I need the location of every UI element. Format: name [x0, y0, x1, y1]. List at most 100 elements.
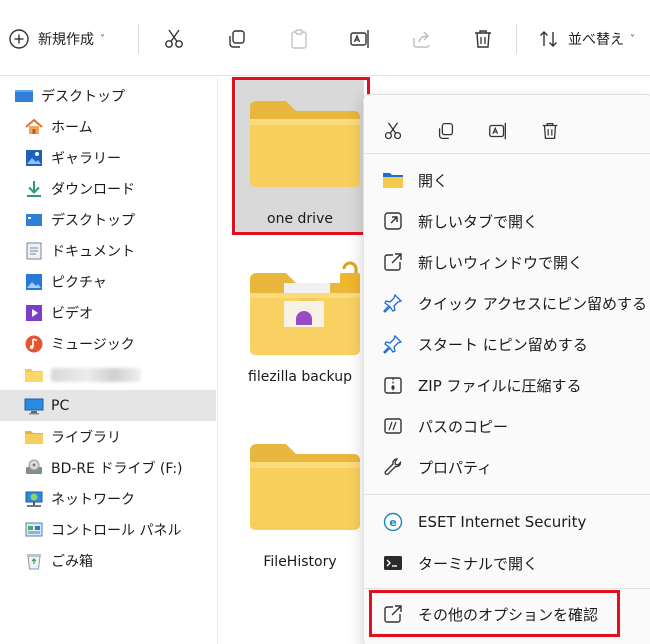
pictures-icon: [24, 272, 44, 292]
sidebar-item-pictures[interactable]: ピクチャ: [0, 266, 216, 297]
command-bar: 新規作成 ˅ 並べ替え ˅: [0, 0, 650, 76]
menu-item-label: 新しいタブで開く: [418, 212, 539, 231]
menu-item-pin-quick-access[interactable]: クイック アクセスにピン留めする: [364, 284, 650, 322]
sidebar-item-network[interactable]: ネットワーク: [0, 483, 216, 514]
new-tab-icon: [382, 210, 404, 232]
sidebar-item-pc[interactable]: PC: [0, 390, 216, 421]
context-cut-button[interactable]: [373, 111, 413, 151]
context-rename-button[interactable]: [478, 111, 518, 151]
chevron-down-icon: ˅: [630, 33, 635, 45]
folder-name: filezilla backup: [248, 369, 352, 385]
cut-button[interactable]: [162, 22, 186, 56]
sidebar-item-video[interactable]: ビデオ: [0, 297, 216, 328]
sidebar-item-label: デスクトップ: [41, 88, 125, 105]
download-icon: [24, 179, 44, 199]
trash-icon: [475, 30, 491, 48]
gallery-icon: [24, 148, 44, 168]
paste-button[interactable]: [287, 22, 311, 56]
menu-item-label: クイック アクセスにピン留めする: [418, 294, 648, 313]
context-delete-button[interactable]: [530, 111, 570, 151]
menu-item-label: ZIP ファイルに圧縮する: [418, 376, 582, 395]
zip-icon: [382, 374, 404, 396]
sort-icon: [540, 31, 557, 47]
sidebar-item-label: ネットワーク: [51, 491, 135, 508]
sidebar-item-label: ギャラリー: [51, 150, 121, 167]
sidebar-item-desktop[interactable]: デスクトップ: [0, 80, 216, 111]
wrench-icon: [382, 456, 404, 478]
desktop-icon: [14, 86, 34, 106]
folder-icon: [24, 365, 44, 385]
menu-item-open-new-tab[interactable]: 新しいタブで開く: [364, 202, 650, 240]
music-icon: [24, 334, 44, 354]
folder-tile-filezilla-backup[interactable]: filezilla backup: [236, 245, 364, 395]
sidebar-item-download[interactable]: ダウンロード: [0, 173, 216, 204]
sidebar-item-hidden-folder[interactable]: [0, 359, 216, 390]
sidebar-item-music[interactable]: ミュージック: [0, 328, 216, 359]
sort-button-label: 並べ替え: [568, 32, 624, 48]
menu-item-open[interactable]: 開く: [364, 161, 650, 199]
sidebar-item-label: デスクトップ: [51, 212, 135, 229]
menu-item-pin-start[interactable]: スタート にピン留めする: [364, 325, 650, 363]
highlight-box-folder: [232, 77, 370, 235]
sidebar-item-desktop-2[interactable]: デスクトップ: [0, 204, 216, 235]
menu-item-label: 新しいウィンドウで開く: [418, 253, 584, 272]
menu-item-eset[interactable]: e ESET Internet Security: [364, 503, 650, 541]
new-button[interactable]: 新規作成 ˅: [8, 22, 105, 56]
toolbar-divider: [138, 24, 139, 54]
toolbar-divider: [516, 24, 517, 54]
delete-button[interactable]: [471, 22, 495, 56]
drive-icon: [24, 458, 44, 478]
scissors-icon: [384, 122, 402, 140]
terminal-icon: [382, 552, 404, 574]
context-copy-button[interactable]: [426, 111, 466, 151]
menu-item-properties[interactable]: プロパティ: [364, 448, 650, 486]
sidebar-item-label: ライブラリ: [51, 429, 121, 446]
sidebar-item-label: ごみ箱: [51, 553, 93, 570]
recycle-bin-icon: [24, 551, 44, 571]
pc-icon: [24, 396, 44, 416]
video-icon: [24, 303, 44, 323]
copy-icon: [229, 30, 245, 48]
highlight-box-more-options: [369, 590, 620, 637]
menu-divider: [364, 588, 650, 589]
rename-icon: [350, 30, 369, 48]
copy-button[interactable]: [225, 22, 249, 56]
library-icon: [24, 427, 44, 447]
sidebar-item-label: ビデオ: [51, 305, 93, 322]
plus-circle-icon: [9, 29, 29, 49]
menu-item-label: ESET Internet Security: [418, 513, 587, 531]
scissors-icon: [165, 29, 183, 48]
sidebar-item-label: ドキュメント: [51, 243, 135, 260]
sort-button[interactable]: 並べ替え ˅: [538, 22, 635, 56]
menu-item-label: プロパティ: [418, 458, 493, 477]
control-panel-icon: [24, 520, 44, 540]
desktop-small-icon: [24, 210, 44, 230]
copy-path-icon: [382, 415, 404, 437]
rename-button[interactable]: [348, 22, 372, 56]
menu-item-open-terminal[interactable]: ターミナルで開く: [364, 544, 650, 582]
sidebar-item-recycle-bin[interactable]: ごみ箱: [0, 545, 216, 576]
sidebar-item-label: ダウンロード: [51, 181, 135, 198]
sidebar-item-label: ピクチャ: [51, 274, 107, 291]
share-icon: [413, 31, 430, 48]
menu-item-compress-zip[interactable]: ZIP ファイルに圧縮する: [364, 366, 650, 404]
document-icon: [24, 241, 44, 261]
sidebar-item-control-panel[interactable]: コントロール パネル: [0, 514, 216, 545]
chevron-down-icon: ˅: [100, 33, 105, 45]
sidebar-item-documents[interactable]: ドキュメント: [0, 235, 216, 266]
folder-tile-filehistory[interactable]: FileHistory: [236, 422, 364, 572]
sidebar-item-gallery[interactable]: ギャラリー: [0, 142, 216, 173]
folder-open-icon: [382, 169, 404, 191]
sidebar-item-library[interactable]: ライブラリ: [0, 421, 216, 452]
new-window-icon: [382, 251, 404, 273]
menu-item-label: ターミナルで開く: [418, 554, 539, 573]
sidebar-item-home[interactable]: ホーム: [0, 111, 216, 142]
menu-item-open-new-window[interactable]: 新しいウィンドウで開く: [364, 243, 650, 281]
sidebar-item-label: BD-RE ドライブ (F:): [51, 460, 183, 477]
share-button[interactable]: [410, 22, 434, 56]
svg-text:e: e: [389, 516, 396, 529]
menu-item-copy-path[interactable]: パスのコピー: [364, 407, 650, 445]
trash-icon: [542, 123, 558, 139]
menu-item-label: パスのコピー: [418, 417, 509, 436]
sidebar-item-bd-drive[interactable]: BD-RE ドライブ (F:): [0, 452, 216, 483]
